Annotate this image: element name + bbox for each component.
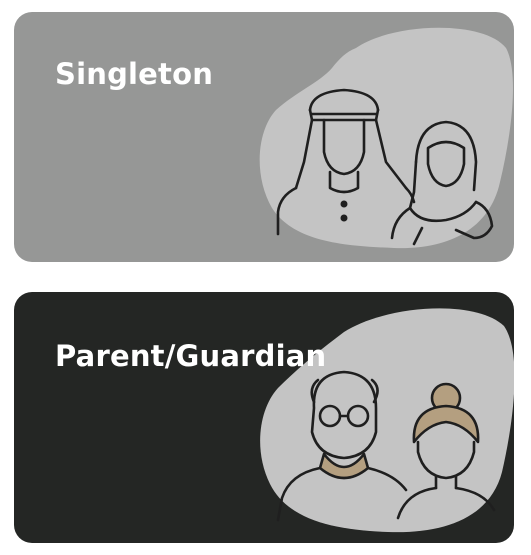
singleton-card[interactable]: Singleton [14,12,514,262]
parent-guardian-label: Parent/Guardian [55,339,327,373]
elderly-couple-icon [276,370,496,522]
singleton-label: Singleton [55,57,214,91]
arab-couple-icon [276,88,494,246]
parent-guardian-card[interactable]: Parent/Guardian [14,292,514,543]
